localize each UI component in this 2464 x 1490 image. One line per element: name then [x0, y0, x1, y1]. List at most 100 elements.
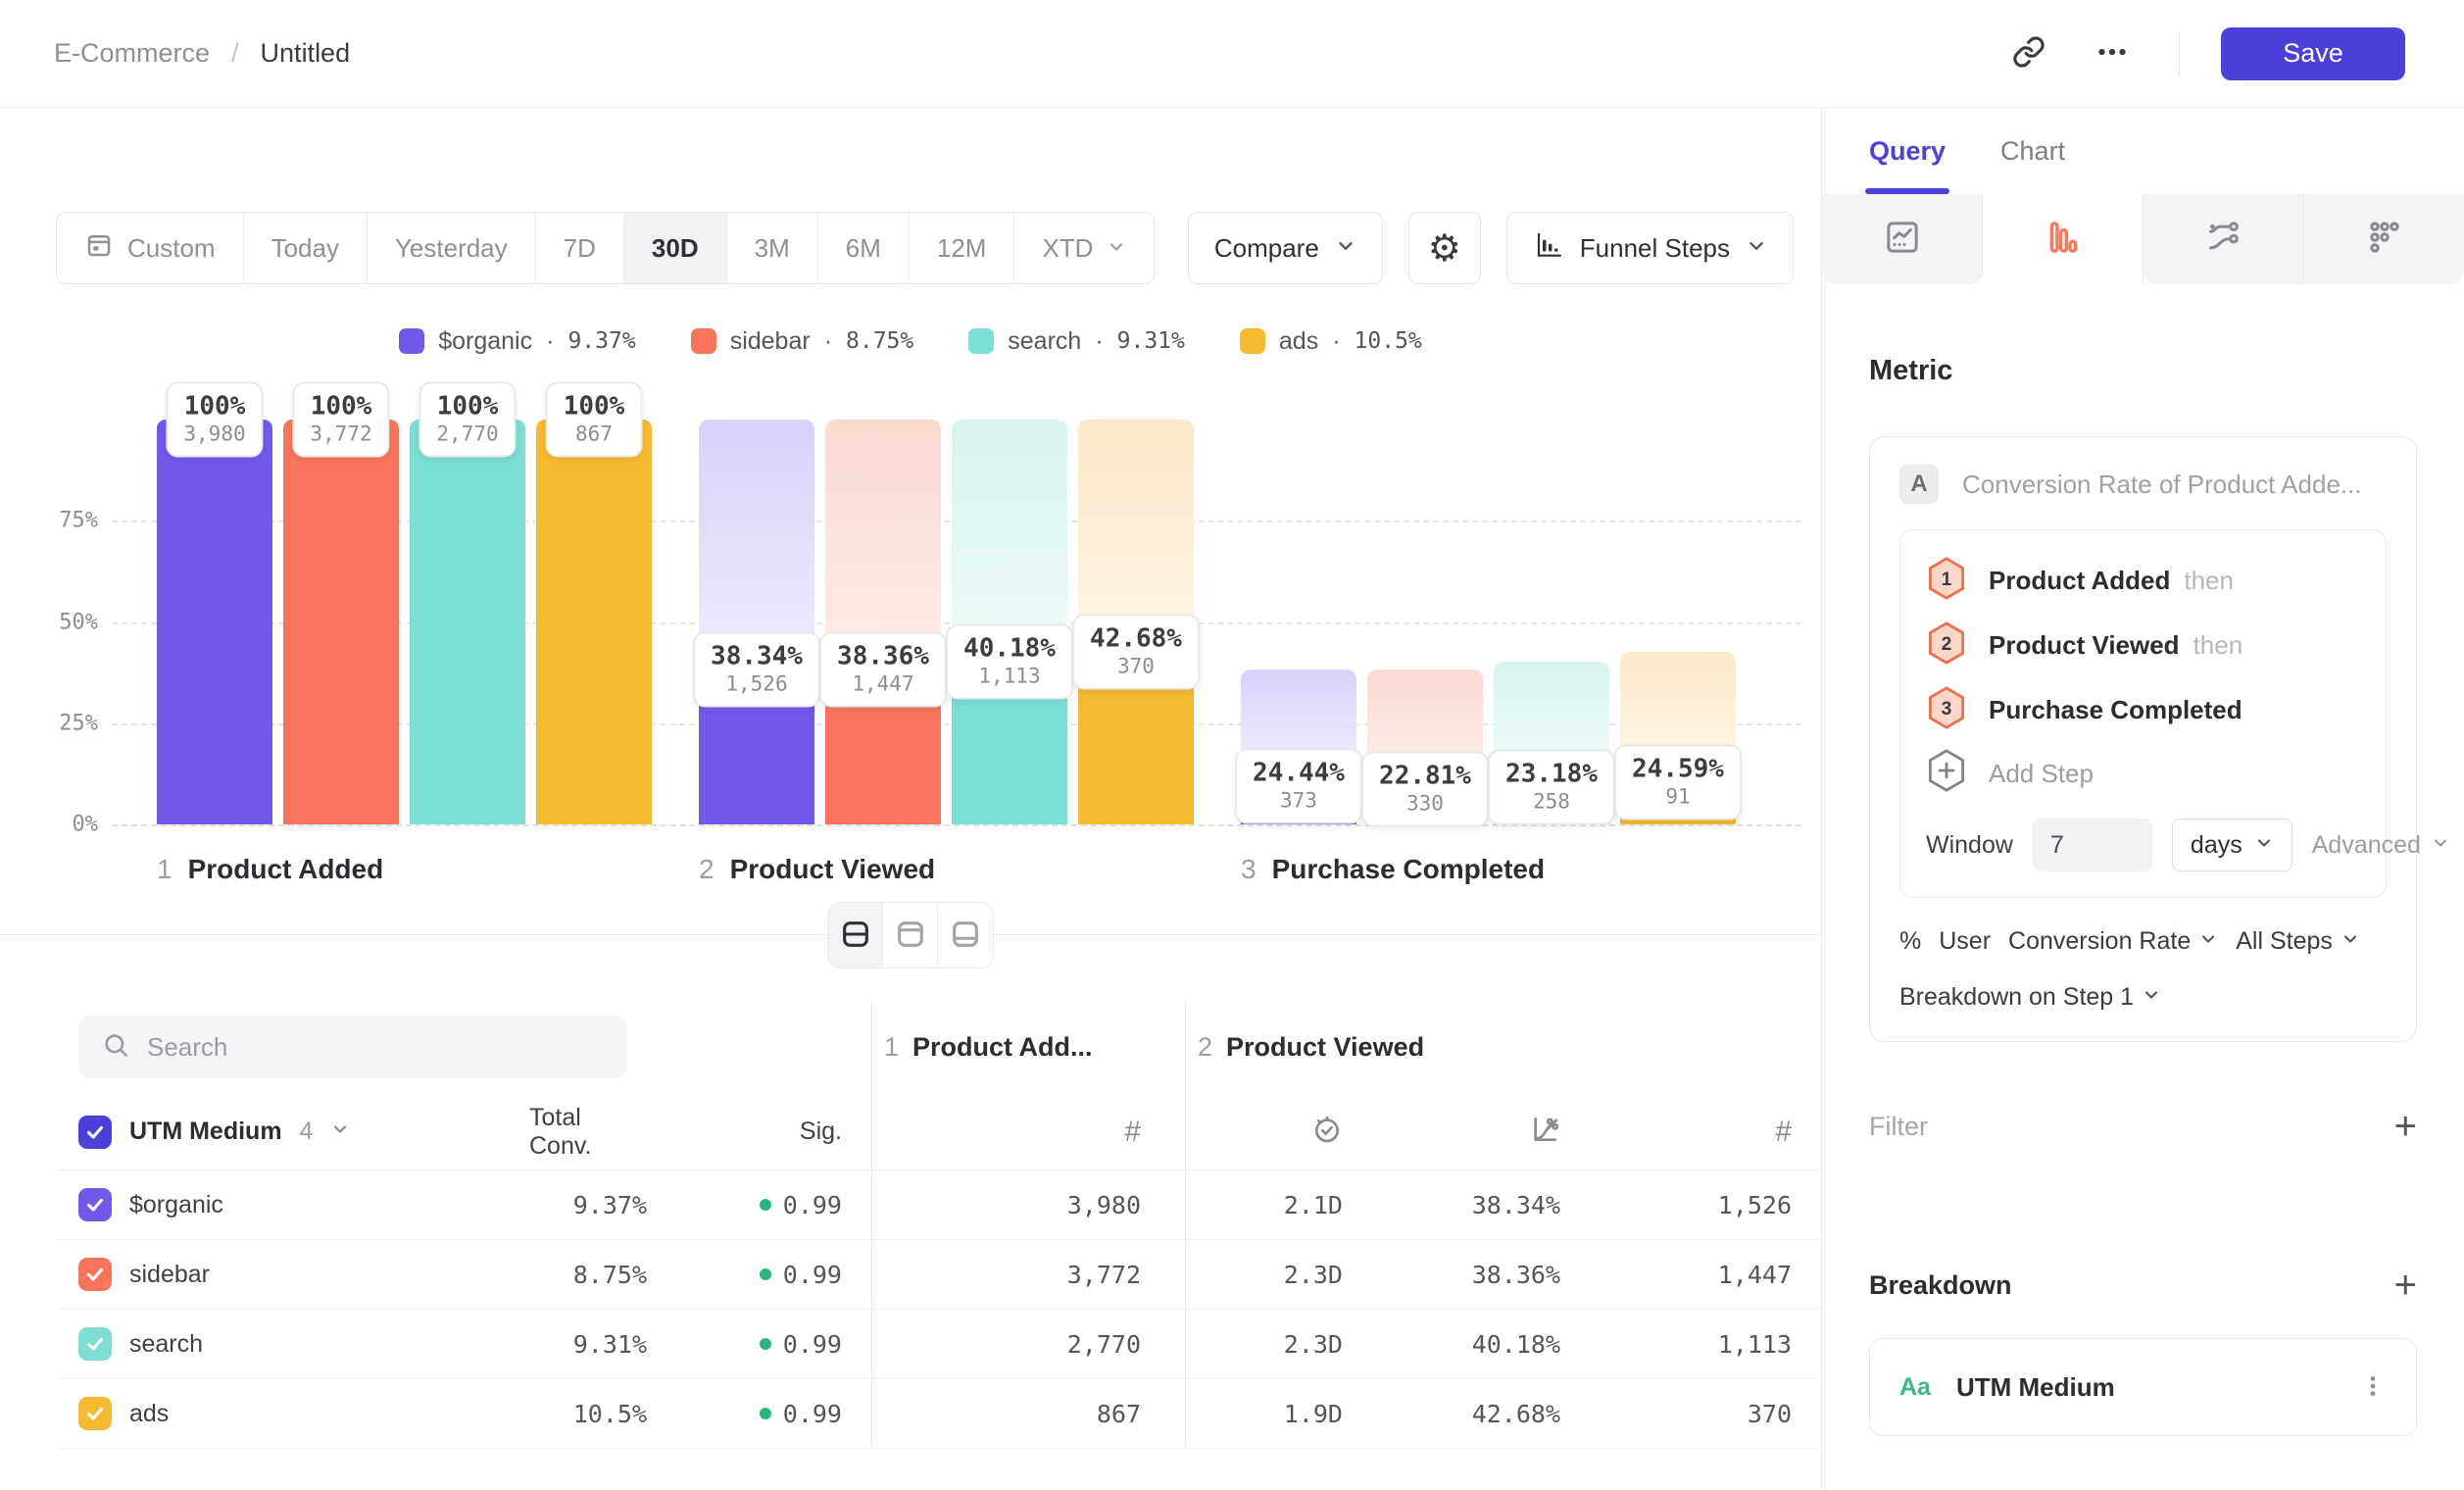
step2-rate-value: 38.34% — [1372, 1170, 1590, 1239]
chart-type-flows-tab[interactable] — [2144, 194, 2304, 284]
date-range-7d[interactable]: 7D — [536, 213, 624, 283]
table-row[interactable]: sidebar 8.75% 0.99 3,772 2.3D 38.36% 1,4… — [59, 1240, 1821, 1310]
window-value-input[interactable] — [2033, 819, 2152, 871]
legend-item[interactable]: ads · 10.5% — [1240, 327, 1422, 356]
breakdown-property-card[interactable]: Aa UTM Medium — [1869, 1338, 2417, 1436]
column-header-step1-count[interactable]: # — [872, 1094, 1186, 1169]
table-row[interactable]: $organic 9.37% 0.99 3,980 2.1D 38.34% 1,… — [59, 1170, 1821, 1240]
bar-fill — [536, 420, 652, 824]
date-range-yesterday[interactable]: Yesterday — [368, 213, 536, 283]
step1-count-value: 2,770 — [872, 1310, 1186, 1378]
column-header-step2-count[interactable]: # — [1590, 1094, 1821, 1169]
funnel-step-row-2[interactable]: 2 Product Viewed then — [1926, 613, 2360, 677]
chart-type-insights-tab[interactable] — [1822, 194, 1983, 284]
breakdown-on-step-dropdown[interactable]: Breakdown on Step 1 — [1899, 983, 2387, 1012]
column-header-step2-rate[interactable] — [1372, 1094, 1590, 1169]
advanced-toggle[interactable]: Advanced — [2312, 831, 2450, 860]
breadcrumb-project[interactable]: E-Commerce — [54, 38, 210, 69]
plot-area: 100% 3,980 100% 3,772 — [125, 420, 1801, 824]
column-header-step2-time[interactable] — [1186, 1094, 1372, 1169]
funnel-bar[interactable]: 24.59% 91 — [1620, 420, 1736, 824]
measure-scope-dropdown[interactable]: All Steps — [2236, 927, 2360, 956]
share-link-button[interactable] — [2004, 27, 2053, 79]
measure-entity[interactable]: User — [1939, 927, 1991, 956]
legend-item[interactable]: $organic · 9.37% — [399, 327, 635, 356]
compare-button[interactable]: Compare — [1188, 212, 1383, 284]
step2-time-value: 2.1D — [1186, 1170, 1372, 1239]
table-row[interactable]: ads 10.5% 0.99 867 1.9D 42.68% 370 — [59, 1379, 1821, 1449]
funnel-bar[interactable]: 24.44% 373 — [1241, 420, 1356, 824]
chart-settings-button[interactable]: ⚙ — [1408, 212, 1481, 284]
legend-swatch — [968, 328, 994, 354]
segment-name: ads — [129, 1400, 169, 1428]
funnel-bar[interactable]: 100% 2,770 — [410, 420, 525, 824]
conversion-rate-icon — [1529, 1114, 1560, 1150]
kebab-menu-icon[interactable] — [2359, 1372, 2387, 1403]
date-range-12m[interactable]: 12M — [910, 213, 1015, 283]
row-checkbox[interactable] — [78, 1397, 112, 1430]
date-range-custom[interactable]: Custom — [57, 213, 244, 283]
add-breakdown-button[interactable]: + — [2394, 1266, 2417, 1305]
table-row[interactable]: search 9.31% 0.99 2,770 2.3D 40.18% 1,11… — [59, 1310, 1821, 1379]
chart-view-selector[interactable]: Funnel Steps — [1506, 212, 1794, 284]
report-title[interactable]: Untitled — [261, 38, 351, 69]
funnel-step-row-1[interactable]: 1 Product Added then — [1926, 548, 2360, 613]
table-group-header-step1: 1 Product Add... — [872, 1000, 1186, 1094]
funnel-bar[interactable]: 100% 3,772 — [283, 420, 399, 824]
date-range-xtd[interactable]: XTD — [1014, 213, 1154, 283]
layout-split-horizontal-button[interactable] — [828, 903, 883, 968]
step2-time-value: 1.9D — [1186, 1379, 1372, 1448]
legend-item[interactable]: search · 9.31% — [968, 327, 1185, 356]
link-icon — [2012, 35, 2045, 72]
funnel-bar[interactable]: 42.68% 370 — [1078, 420, 1194, 824]
date-range-30d[interactable]: 30D — [624, 213, 727, 283]
row-checkbox[interactable] — [78, 1258, 112, 1291]
significance-dot — [760, 1268, 771, 1280]
column-header-sig[interactable]: Sig. — [676, 1094, 872, 1169]
window-unit-select[interactable]: days — [2172, 819, 2292, 871]
more-options-button[interactable] — [2087, 26, 2138, 80]
date-range-today[interactable]: Today — [244, 213, 368, 283]
funnel-bar[interactable]: 22.81% 330 — [1367, 420, 1483, 824]
add-filter-button[interactable]: + — [2394, 1107, 2417, 1146]
tab-chart[interactable]: Chart — [2000, 108, 2065, 194]
row-checkbox[interactable] — [78, 1188, 112, 1221]
chart-type-retention-tab[interactable] — [2304, 194, 2464, 284]
svg-text:3: 3 — [1942, 699, 1952, 720]
legend-item[interactable]: sidebar · 8.75% — [691, 327, 914, 356]
measure-type-dropdown[interactable]: Conversion Rate — [2008, 927, 2218, 956]
add-step-button[interactable]: Add Step — [1926, 742, 2360, 805]
bar-value-label: 24.44% 373 — [1235, 749, 1362, 824]
table-search-area — [59, 1000, 872, 1094]
select-all-checkbox[interactable] — [78, 1116, 112, 1149]
date-range-6m[interactable]: 6M — [818, 213, 910, 283]
sig-value: 0.99 — [676, 1379, 872, 1448]
significance-dot — [760, 1199, 771, 1211]
search-box[interactable] — [78, 1016, 627, 1078]
metric-title-row[interactable]: A Conversion Rate of Product Adde... — [1899, 465, 2387, 504]
funnel-bar[interactable]: 38.36% 1,447 — [825, 420, 941, 824]
step2-time-value: 2.3D — [1186, 1240, 1372, 1309]
chevron-down-icon — [2254, 831, 2274, 860]
tab-query[interactable]: Query — [1869, 108, 1946, 194]
layout-chart-only-button[interactable] — [883, 903, 938, 968]
row-checkbox[interactable] — [78, 1327, 112, 1361]
column-header-total-conv[interactable]: Total Conv. — [529, 1094, 676, 1169]
chevron-down-icon — [1335, 233, 1356, 264]
breakdown-column-header[interactable]: UTM Medium 4 — [59, 1094, 529, 1169]
date-range-3m[interactable]: 3M — [727, 213, 818, 283]
layout-table-only-button[interactable] — [938, 903, 993, 968]
save-button[interactable]: Save — [2221, 27, 2405, 80]
funnel-bar[interactable]: 100% 867 — [536, 420, 652, 824]
funnel-bar[interactable]: 100% 3,980 — [157, 420, 272, 824]
calendar-icon — [84, 230, 114, 267]
step-number-badge: 2 — [1926, 621, 1967, 670]
chart-legend: $organic · 9.37% sidebar · 8.75% search … — [0, 325, 1821, 357]
search-input[interactable] — [147, 1032, 604, 1063]
funnel-step-row-3[interactable]: 3 Purchase Completed — [1926, 677, 2360, 742]
funnel-bar[interactable]: 38.34% 1,526 — [699, 420, 814, 824]
funnel-bar[interactable]: 40.18% 1,113 — [952, 420, 1067, 824]
funnel-bar[interactable]: 23.18% 258 — [1494, 420, 1609, 824]
chart-type-funnel-tab[interactable] — [1983, 194, 2144, 284]
bar-fill — [283, 420, 399, 824]
